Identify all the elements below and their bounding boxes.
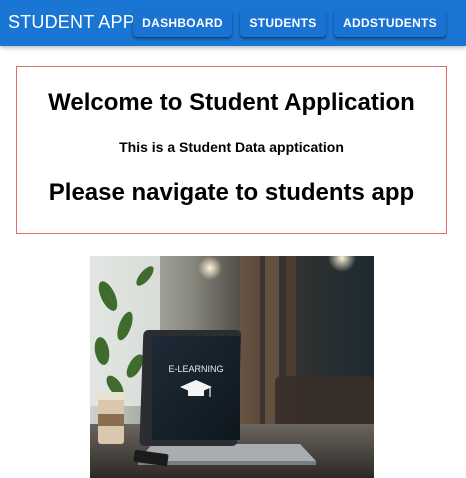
- laptop-screen-text: E-LEARNING: [168, 364, 223, 374]
- nav-addstudents-button[interactable]: ADDSTUDENTS: [334, 9, 446, 37]
- navigate-prompt: Please navigate to students app: [48, 179, 415, 206]
- nav-students-button[interactable]: STUDENTS: [240, 9, 326, 37]
- welcome-panel: Welcome to Student Application This is a…: [16, 66, 447, 234]
- app-brand[interactable]: STUDENT APP: [8, 11, 135, 33]
- hero-image: E-LEARNING: [90, 256, 374, 478]
- nav-dashboard-button[interactable]: DASHBOARD: [133, 9, 232, 37]
- welcome-subtitle: This is a Student Data apptication: [119, 139, 344, 155]
- app-bar: STUDENT APP DASHBOARD STUDENTS ADDSTUDEN…: [0, 0, 466, 46]
- welcome-title: Welcome to Student Application: [48, 89, 415, 116]
